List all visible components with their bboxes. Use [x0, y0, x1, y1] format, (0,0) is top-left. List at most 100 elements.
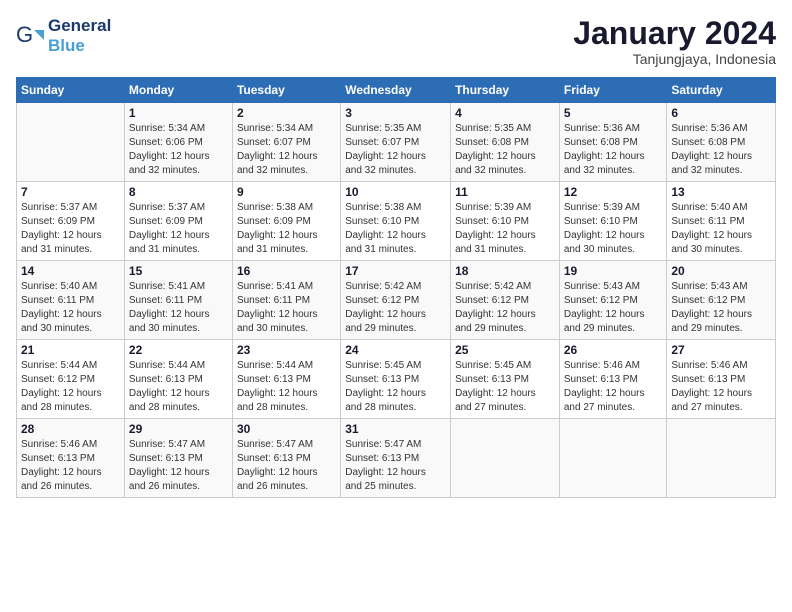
day-number: 7	[21, 185, 120, 199]
header-monday: Monday	[124, 78, 232, 103]
header-row: G General Blue January 2024 Tanjungjaya,…	[16, 16, 776, 67]
day-cell: 12 Sunrise: 5:39 AM Sunset: 6:10 PM Dayli…	[559, 182, 667, 261]
day-number: 28	[21, 422, 120, 436]
main-container: G General Blue January 2024 Tanjungjaya,…	[0, 0, 792, 508]
day-info: Sunrise: 5:37 AM Sunset: 6:09 PM Dayligh…	[21, 201, 120, 257]
week-row-2: 7 Sunrise: 5:37 AM Sunset: 6:09 PM Daylig…	[17, 182, 776, 261]
day-cell: 23 Sunrise: 5:44 AM Sunset: 6:13 PM Dayli…	[232, 340, 340, 419]
day-info: Sunrise: 5:45 AM Sunset: 6:13 PM Dayligh…	[455, 359, 555, 415]
header-tuesday: Tuesday	[232, 78, 340, 103]
week-row-4: 21Sunrise: 5:44 AM Sunset: 6:12 PM Dayli…	[17, 340, 776, 419]
title-block: January 2024 Tanjungjaya, Indonesia	[573, 16, 776, 67]
day-number: 24	[345, 343, 446, 357]
day-info: Sunrise: 5:46 AM Sunset: 6:13 PM Dayligh…	[21, 438, 120, 494]
day-info: Sunrise: 5:39 AM Sunset: 6:10 PM Dayligh…	[564, 201, 663, 257]
calendar-subtitle: Tanjungjaya, Indonesia	[573, 51, 776, 67]
day-number: 18	[455, 264, 555, 278]
day-cell: 5 Sunrise: 5:36 AM Sunset: 6:08 PM Daylig…	[559, 103, 667, 182]
day-cell: 16Sunrise: 5:41 AM Sunset: 6:11 PM Dayli…	[232, 261, 340, 340]
day-cell: 27 Sunrise: 5:46 AM Sunset: 6:13 PM Dayli…	[667, 340, 776, 419]
day-number: 29	[129, 422, 228, 436]
day-number: 2	[237, 106, 336, 120]
day-cell: 31Sunrise: 5:47 AM Sunset: 6:13 PM Dayli…	[341, 419, 451, 498]
day-number: 23	[237, 343, 336, 357]
day-info: Sunrise: 5:40 AM Sunset: 6:11 PM Dayligh…	[671, 201, 771, 257]
day-number: 8	[129, 185, 228, 199]
day-number: 27	[671, 343, 771, 357]
day-info: Sunrise: 5:46 AM Sunset: 6:13 PM Dayligh…	[564, 359, 663, 415]
logo-text: General Blue	[48, 16, 111, 56]
day-info: Sunrise: 5:36 AM Sunset: 6:08 PM Dayligh…	[671, 122, 771, 178]
day-number: 10	[345, 185, 446, 199]
day-cell: 7 Sunrise: 5:37 AM Sunset: 6:09 PM Daylig…	[17, 182, 125, 261]
day-info: Sunrise: 5:34 AM Sunset: 6:07 PM Dayligh…	[237, 122, 336, 178]
day-info: Sunrise: 5:47 AM Sunset: 6:13 PM Dayligh…	[129, 438, 228, 494]
day-cell: 20 Sunrise: 5:43 AM Sunset: 6:12 PM Dayli…	[667, 261, 776, 340]
day-info: Sunrise: 5:43 AM Sunset: 6:12 PM Dayligh…	[671, 280, 771, 336]
day-cell: 10Sunrise: 5:38 AM Sunset: 6:10 PM Dayli…	[341, 182, 451, 261]
header-sunday: Sunday	[17, 78, 125, 103]
header-thursday: Thursday	[451, 78, 560, 103]
day-number: 31	[345, 422, 446, 436]
day-info: Sunrise: 5:44 AM Sunset: 6:13 PM Dayligh…	[237, 359, 336, 415]
day-cell: 3Sunrise: 5:35 AM Sunset: 6:07 PM Daylig…	[341, 103, 451, 182]
day-cell: 4 Sunrise: 5:35 AM Sunset: 6:08 PM Daylig…	[451, 103, 560, 182]
day-number: 26	[564, 343, 663, 357]
day-number: 11	[455, 185, 555, 199]
day-number: 1	[129, 106, 228, 120]
day-cell: 22Sunrise: 5:44 AM Sunset: 6:13 PM Dayli…	[124, 340, 232, 419]
day-cell	[451, 419, 560, 498]
day-cell: 21Sunrise: 5:44 AM Sunset: 6:12 PM Dayli…	[17, 340, 125, 419]
day-cell	[17, 103, 125, 182]
day-number: 3	[345, 106, 446, 120]
day-info: Sunrise: 5:41 AM Sunset: 6:11 PM Dayligh…	[237, 280, 336, 336]
day-cell: 28 Sunrise: 5:46 AM Sunset: 6:13 PM Dayli…	[17, 419, 125, 498]
day-cell: 9 Sunrise: 5:38 AM Sunset: 6:09 PM Daylig…	[232, 182, 340, 261]
day-number: 13	[671, 185, 771, 199]
week-row-1: 1 Sunrise: 5:34 AM Sunset: 6:06 PM Daylig…	[17, 103, 776, 182]
day-number: 25	[455, 343, 555, 357]
day-cell: 19Sunrise: 5:43 AM Sunset: 6:12 PM Dayli…	[559, 261, 667, 340]
day-info: Sunrise: 5:38 AM Sunset: 6:09 PM Dayligh…	[237, 201, 336, 257]
day-info: Sunrise: 5:34 AM Sunset: 6:06 PM Dayligh…	[129, 122, 228, 178]
day-cell: 15Sunrise: 5:41 AM Sunset: 6:11 PM Dayli…	[124, 261, 232, 340]
week-row-3: 14Sunrise: 5:40 AM Sunset: 6:11 PM Dayli…	[17, 261, 776, 340]
day-cell: 8 Sunrise: 5:37 AM Sunset: 6:09 PM Daylig…	[124, 182, 232, 261]
day-cell: 13 Sunrise: 5:40 AM Sunset: 6:11 PM Dayli…	[667, 182, 776, 261]
logo-icon: G	[16, 22, 44, 50]
day-cell: 18 Sunrise: 5:42 AM Sunset: 6:12 PM Dayli…	[451, 261, 560, 340]
day-number: 12	[564, 185, 663, 199]
svg-text:G: G	[16, 22, 33, 47]
day-cell: 1 Sunrise: 5:34 AM Sunset: 6:06 PM Daylig…	[124, 103, 232, 182]
day-cell: 17Sunrise: 5:42 AM Sunset: 6:12 PM Dayli…	[341, 261, 451, 340]
week-row-5: 28 Sunrise: 5:46 AM Sunset: 6:13 PM Dayli…	[17, 419, 776, 498]
calendar-header-row: SundayMondayTuesdayWednesdayThursdayFrid…	[17, 78, 776, 103]
day-info: Sunrise: 5:42 AM Sunset: 6:12 PM Dayligh…	[345, 280, 446, 336]
day-number: 6	[671, 106, 771, 120]
day-cell	[559, 419, 667, 498]
day-info: Sunrise: 5:47 AM Sunset: 6:13 PM Dayligh…	[237, 438, 336, 494]
day-info: Sunrise: 5:43 AM Sunset: 6:12 PM Dayligh…	[564, 280, 663, 336]
day-number: 30	[237, 422, 336, 436]
day-cell: 11 Sunrise: 5:39 AM Sunset: 6:10 PM Dayli…	[451, 182, 560, 261]
day-info: Sunrise: 5:35 AM Sunset: 6:08 PM Dayligh…	[455, 122, 555, 178]
day-info: Sunrise: 5:42 AM Sunset: 6:12 PM Dayligh…	[455, 280, 555, 336]
day-number: 9	[237, 185, 336, 199]
day-cell: 30 Sunrise: 5:47 AM Sunset: 6:13 PM Dayli…	[232, 419, 340, 498]
day-number: 5	[564, 106, 663, 120]
day-info: Sunrise: 5:45 AM Sunset: 6:13 PM Dayligh…	[345, 359, 446, 415]
logo: G General Blue	[16, 16, 111, 56]
day-info: Sunrise: 5:40 AM Sunset: 6:11 PM Dayligh…	[21, 280, 120, 336]
day-info: Sunrise: 5:46 AM Sunset: 6:13 PM Dayligh…	[671, 359, 771, 415]
header-friday: Friday	[559, 78, 667, 103]
calendar-title: January 2024	[573, 16, 776, 51]
day-number: 4	[455, 106, 555, 120]
day-cell: 29 Sunrise: 5:47 AM Sunset: 6:13 PM Dayli…	[124, 419, 232, 498]
day-info: Sunrise: 5:44 AM Sunset: 6:13 PM Dayligh…	[129, 359, 228, 415]
day-number: 20	[671, 264, 771, 278]
day-info: Sunrise: 5:39 AM Sunset: 6:10 PM Dayligh…	[455, 201, 555, 257]
day-info: Sunrise: 5:36 AM Sunset: 6:08 PM Dayligh…	[564, 122, 663, 178]
day-number: 21	[21, 343, 120, 357]
day-cell: 26 Sunrise: 5:46 AM Sunset: 6:13 PM Dayli…	[559, 340, 667, 419]
day-info: Sunrise: 5:37 AM Sunset: 6:09 PM Dayligh…	[129, 201, 228, 257]
